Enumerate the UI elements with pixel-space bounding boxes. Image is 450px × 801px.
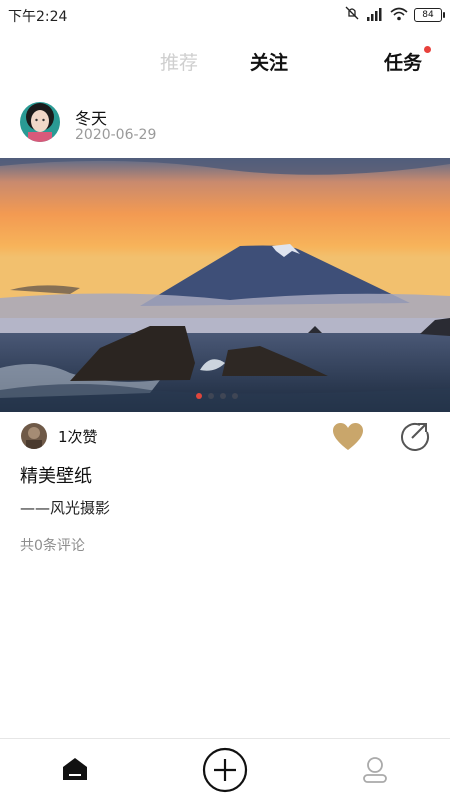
share-button[interactable] [398,422,430,452]
wifi-icon [390,6,408,25]
battery-icon: 84 [414,8,445,22]
tab-following[interactable]: 关注 [250,48,288,75]
bottom-nav [0,738,450,801]
signal-icon [366,6,384,25]
share-icon [401,423,429,451]
status-time: 下午2:24 [8,9,68,25]
comment-count[interactable]: 共0条评论 [20,535,85,555]
heart-icon [333,423,363,450]
status-bar: 下午2:24 84 [0,0,450,30]
nav-add[interactable] [202,747,248,793]
carousel-indicator [196,393,238,399]
carousel-dot[interactable] [220,393,226,399]
nav-home[interactable] [58,753,92,787]
carousel-dot[interactable] [208,393,214,399]
notification-dot [424,46,431,53]
liker-avatar[interactable] [21,423,47,449]
mute-icon [344,5,360,25]
post-image[interactable] [0,158,450,412]
post-header: 冬天 2020-06-29 [20,102,440,148]
nav-profile[interactable] [358,753,392,787]
author-name[interactable]: 冬天 [75,105,107,129]
post-date: 2020-06-29 [75,127,157,143]
tab-recommend[interactable]: 推荐 [160,48,198,75]
add-circle-icon [202,747,248,793]
post-actions-row: 1次赞 [0,420,450,454]
like-count: 1次赞 [58,428,98,446]
carousel-dot[interactable] [196,393,202,399]
carousel-dot[interactable] [232,393,238,399]
tab-tasks[interactable]: 任务 [384,48,422,75]
home-icon [63,758,87,780]
post-subtitle: ——风光摄影 [20,499,111,517]
profile-icon [363,757,387,783]
author-avatar[interactable] [20,102,60,142]
post-title: 精美壁纸 [20,466,92,487]
like-button[interactable] [332,422,364,452]
top-nav: 推荐 关注 任务 [0,40,450,80]
mount-fuji-landscape-image [0,158,450,412]
status-icons: 84 [344,5,445,25]
